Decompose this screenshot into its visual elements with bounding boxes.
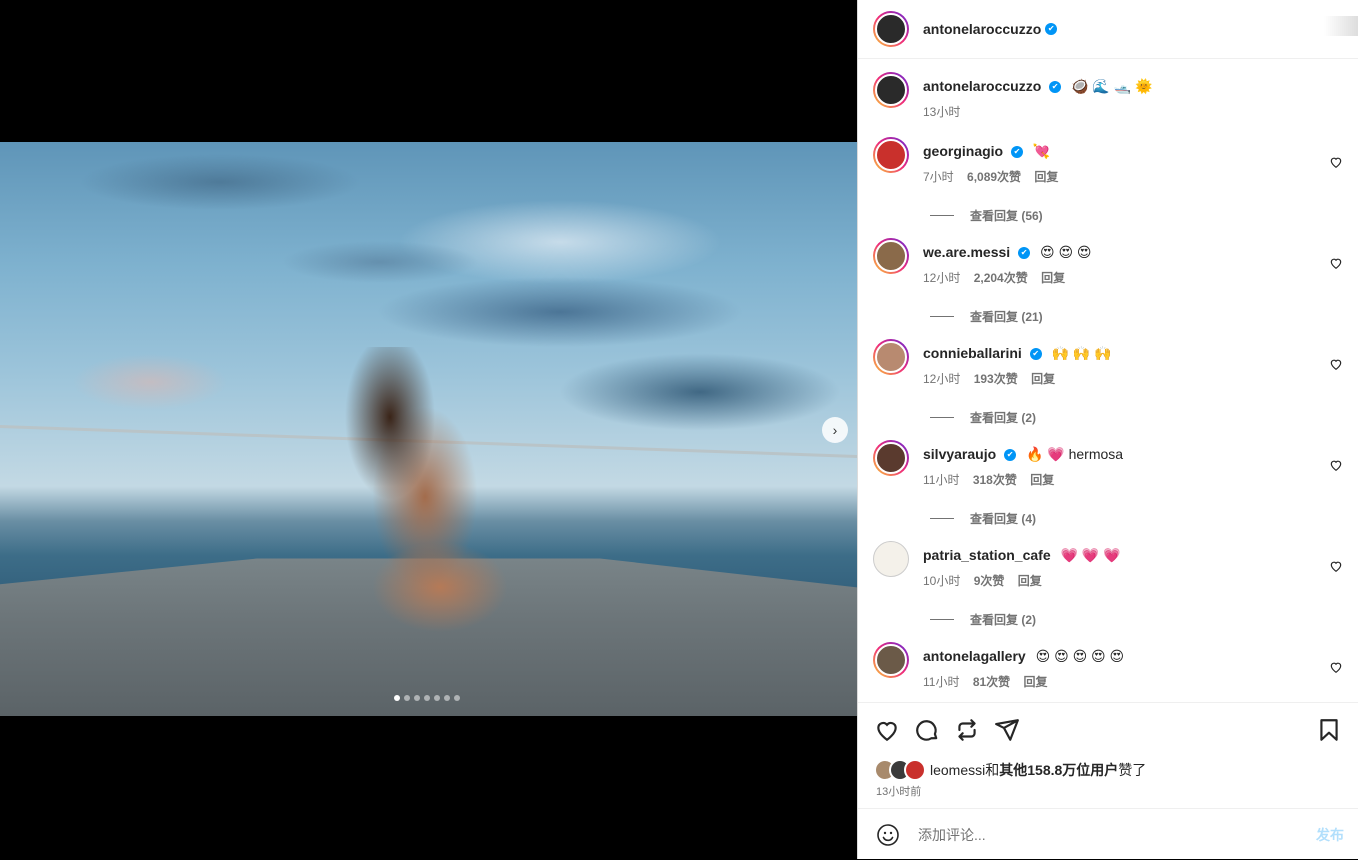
carousel-dot	[394, 695, 400, 701]
carousel-indicator	[394, 695, 460, 701]
comment-time: 12小时	[923, 372, 961, 386]
likes-summary[interactable]: leomessi和其他158.8万位用户赞了	[874, 759, 1146, 781]
comment-composer: 发布	[858, 808, 1358, 860]
verified-badge-icon: ✔	[1049, 81, 1062, 94]
caption-username[interactable]: antonelaroccuzzo	[923, 78, 1041, 94]
carousel-dot	[434, 695, 440, 701]
comment-username[interactable]: we.are.messi	[923, 244, 1010, 260]
comment-text: 🙌 🙌 🙌	[1051, 345, 1112, 361]
more-options-icon[interactable]	[1324, 16, 1358, 36]
comment-icon[interactable]	[914, 717, 940, 743]
carousel-dot	[454, 695, 460, 701]
comment-item: patria_station_cafe 💗 💗 💗 10小时 9次赞 回复 查看…	[873, 541, 1343, 628]
comment-like-count[interactable]: 2,204次赞	[974, 271, 1028, 285]
avatar[interactable]	[873, 440, 909, 476]
comment-text: 💘	[1032, 143, 1051, 159]
avatar[interactable]	[873, 72, 909, 108]
avatar	[904, 759, 926, 781]
caption-text: 🥥 🌊 🛥️ 🌞	[1071, 78, 1153, 94]
comment-item: we.are.messi ✔ 😍 😍 😍 12小时 2,204次赞 回复 查看回…	[873, 238, 1343, 325]
emoji-icon[interactable]	[876, 823, 900, 847]
likes-others[interactable]: 其他158.8万位用户	[999, 762, 1118, 778]
post-comment-button[interactable]: 发布	[1316, 825, 1344, 845]
comment-item: connieballarini ✔ 🙌 🙌 🙌 12小时 193次赞 回复 查看…	[873, 339, 1343, 426]
avatar[interactable]	[873, 541, 909, 577]
verified-badge-icon: ✔	[1029, 348, 1042, 361]
heart-icon[interactable]	[1329, 660, 1343, 674]
comment-username[interactable]: georginagio	[923, 143, 1003, 159]
view-replies-button[interactable]: 查看回复 (21)	[930, 308, 1343, 325]
carousel-next-button[interactable]: ›	[822, 417, 848, 443]
comment-input[interactable]	[916, 825, 1290, 844]
carousel-dot	[424, 695, 430, 701]
comment-text: 💗 💗 💗	[1060, 547, 1121, 563]
reply-button[interactable]: 回复	[1031, 372, 1055, 386]
comment-like-count[interactable]: 318次赞	[973, 473, 1017, 487]
comment-text: 😍 😍 😍 😍 😍	[1035, 648, 1125, 664]
reply-button[interactable]: 回复	[1030, 473, 1054, 487]
post-side-panel: antonelaroccuzzo ✔ antonelaroccuzzo ✔ 🥥 …	[857, 0, 1358, 859]
media-viewer: ›	[0, 0, 857, 859]
comment-username[interactable]: silvyaraujo	[923, 446, 996, 462]
bookmark-icon[interactable]	[1316, 717, 1342, 743]
carousel-dot	[414, 695, 420, 701]
comment-time: 11小时	[923, 473, 960, 487]
heart-icon[interactable]	[874, 717, 900, 743]
avatar[interactable]	[873, 137, 909, 173]
post-actions: leomessi和其他158.8万位用户赞了 13小时前	[858, 702, 1358, 809]
avatar[interactable]	[873, 238, 909, 274]
verified-badge-icon: ✔	[1004, 449, 1017, 462]
comment-like-count[interactable]: 193次赞	[974, 372, 1018, 386]
comment-like-count[interactable]: 81次赞	[973, 675, 1010, 689]
comment-time: 11小时	[923, 675, 960, 689]
comment-item: georginagio ✔ 💘 7小时 6,089次赞 回复 查看回复 (56)	[873, 137, 1343, 224]
comment-time: 10小时	[923, 574, 961, 588]
view-replies-button[interactable]: 查看回复 (2)	[930, 611, 1343, 628]
heart-icon[interactable]	[1329, 458, 1343, 472]
avatar[interactable]	[873, 339, 909, 375]
comment-item: antonelagallery 😍 😍 😍 😍 😍 11小时 81次赞 回复	[873, 642, 1343, 690]
comment-like-count[interactable]: 6,089次赞	[967, 170, 1021, 184]
share-icon[interactable]	[994, 717, 1020, 743]
heart-icon[interactable]	[1329, 155, 1343, 169]
liker-username[interactable]: leomessi	[930, 762, 985, 778]
carousel-dot	[444, 695, 450, 701]
comment-item: silvyaraujo ✔ 🔥 💗 hermosa 11小时 318次赞 回复 …	[873, 440, 1343, 527]
comment-text: 😍 😍 😍	[1039, 244, 1092, 260]
view-replies-button[interactable]: 查看回复 (2)	[930, 409, 1343, 426]
post-photo	[0, 142, 857, 716]
post-author-username[interactable]: antonelaroccuzzo	[923, 21, 1041, 37]
heart-icon[interactable]	[1329, 559, 1343, 573]
view-replies-button[interactable]: 查看回复 (4)	[930, 510, 1343, 527]
verified-badge-icon: ✔	[1045, 23, 1058, 35]
chevron-right-icon: ›	[832, 422, 838, 438]
repost-icon[interactable]	[954, 717, 980, 743]
heart-icon[interactable]	[1329, 256, 1343, 270]
heart-icon[interactable]	[1329, 357, 1343, 371]
view-replies-button[interactable]: 查看回复 (56)	[930, 207, 1343, 224]
comment-like-count[interactable]: 9次赞	[974, 574, 1005, 588]
post-timestamp: 13小时前	[876, 786, 922, 798]
carousel-dot	[404, 695, 410, 701]
comment-username[interactable]: patria_station_cafe	[923, 547, 1051, 563]
comment-username[interactable]: connieballarini	[923, 345, 1022, 361]
photo-subject	[330, 347, 515, 632]
comments-list: antonelaroccuzzo ✔ 🥥 🌊 🛥️ 🌞 13小时 georgin…	[858, 59, 1358, 702]
post-caption: antonelaroccuzzo ✔ 🥥 🌊 🛥️ 🌞 13小时	[873, 72, 1343, 120]
avatar[interactable]	[873, 642, 909, 678]
avatar[interactable]	[873, 11, 909, 47]
comment-time: 7小时	[923, 170, 954, 184]
comment-time: 12小时	[923, 271, 961, 285]
reply-button[interactable]: 回复	[1018, 574, 1042, 588]
comment-username[interactable]: antonelagallery	[923, 648, 1026, 664]
verified-badge-icon: ✔	[1018, 247, 1031, 260]
verified-badge-icon: ✔	[1011, 146, 1024, 159]
caption-time: 13小时	[923, 105, 961, 119]
reply-button[interactable]: 回复	[1024, 675, 1048, 689]
reply-button[interactable]: 回复	[1041, 271, 1065, 285]
reply-button[interactable]: 回复	[1034, 170, 1058, 184]
action-icons	[874, 717, 1020, 743]
post-header: antonelaroccuzzo ✔	[858, 0, 1358, 59]
comment-text: 🔥 💗 hermosa	[1025, 446, 1124, 462]
